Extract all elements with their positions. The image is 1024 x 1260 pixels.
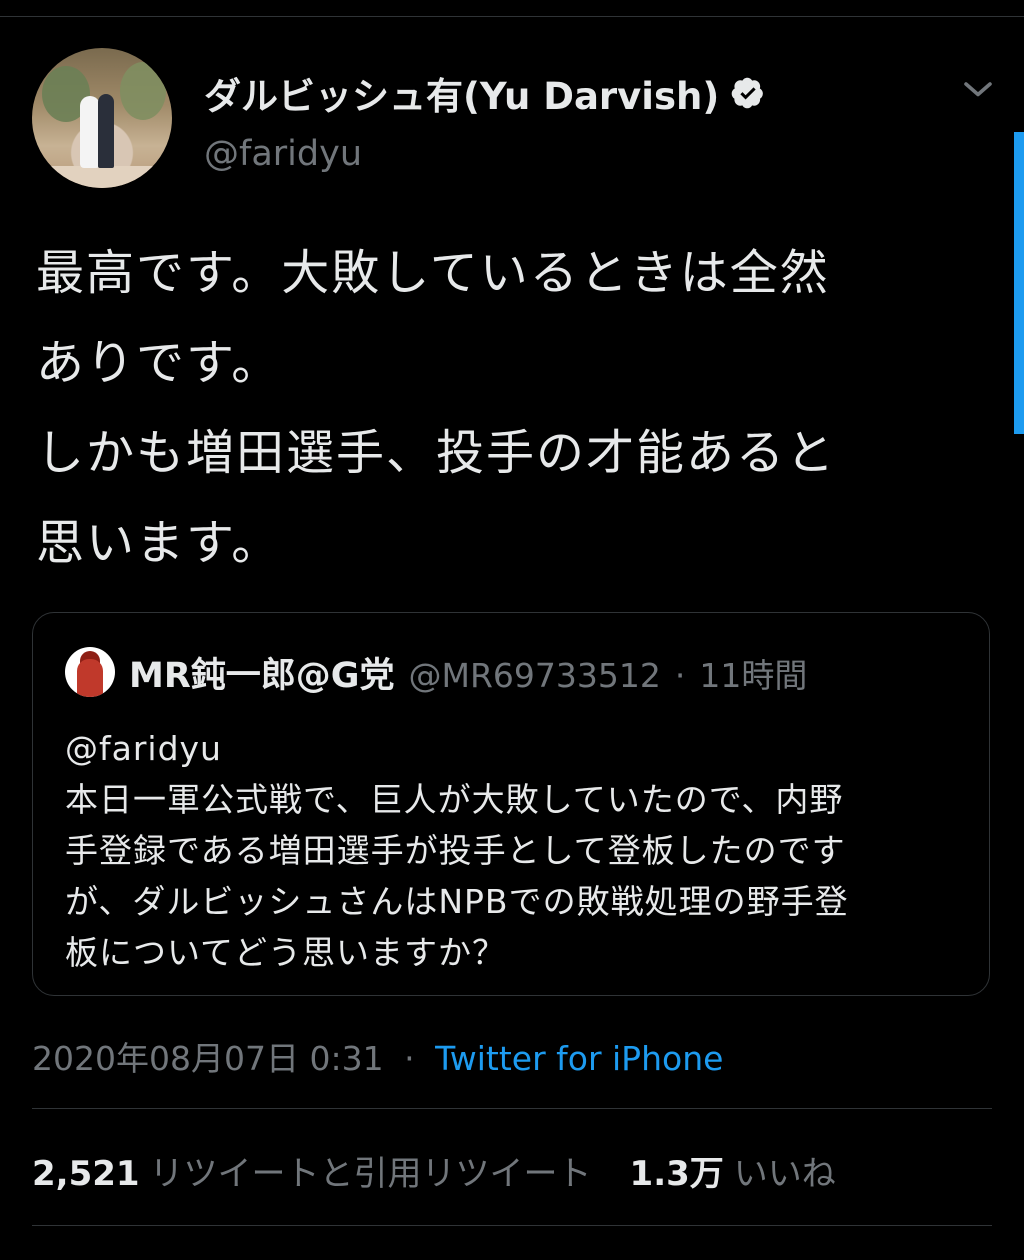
quoted-tweet-card[interactable]: MR鈍一郎@G党 @MR69733512 · 11時間 @faridyu 本日一… bbox=[32, 612, 990, 996]
quoted-line: 板についてどう思いますか？ bbox=[65, 933, 507, 972]
verified-badge-icon bbox=[731, 77, 764, 109]
tweet-timestamp[interactable]: 2020年08月07日 0:31 bbox=[32, 1039, 384, 1078]
quoted-line: が、ダルビッシュさんはNPBでの敗戦処理の野手登 bbox=[65, 882, 849, 921]
quoted-author-avatar[interactable] bbox=[65, 647, 115, 697]
tweet-line: 思います。 bbox=[36, 515, 282, 571]
retweets-label[interactable]: リツイートと引用リツイート bbox=[150, 1146, 592, 1195]
quoted-time-ago[interactable]: 11時間 bbox=[699, 649, 807, 697]
quoted-author-name[interactable]: MR鈍一郎@G党 bbox=[129, 647, 395, 698]
quoted-line: @faridyu bbox=[65, 729, 222, 768]
likes-label[interactable]: いいね bbox=[734, 1146, 836, 1195]
quoted-line: 手登録である増田選手が投手として登板したのです bbox=[65, 831, 846, 870]
quoted-tweet-header: MR鈍一郎@G党 @MR69733512 · 11時間 bbox=[129, 647, 807, 698]
tweet-timestamp-row: 2020年08月07日 0:31 · Twitter for iPhone bbox=[32, 1032, 723, 1080]
author-display-name[interactable]: ダルビッシュ有(Yu Darvish) bbox=[204, 66, 719, 120]
quoted-meta-separator: · bbox=[674, 656, 686, 695]
quoted-line: 本日一軍公式戦で、巨人が大敗していたので、内野 bbox=[65, 780, 844, 819]
tweet-line: 最高です。大敗しているときは全然 bbox=[36, 245, 830, 301]
tweet-line: ありです。 bbox=[36, 335, 282, 391]
retweets-count[interactable]: 2,521 bbox=[32, 1154, 140, 1194]
chevron-down-icon[interactable] bbox=[960, 72, 996, 108]
source-link[interactable]: Twitter for iPhone bbox=[435, 1039, 723, 1078]
scrollbar-thumb[interactable] bbox=[1014, 132, 1024, 434]
engagement-stats: 2,521 リツイートと引用リツイート 1.3万 いいね bbox=[32, 1146, 836, 1195]
author-handle[interactable]: @faridyu bbox=[204, 134, 362, 174]
tweet-line: しかも増田選手、投手の才能あると bbox=[36, 425, 837, 481]
divider bbox=[32, 1225, 992, 1226]
quoted-author-handle[interactable]: @MR69733512 bbox=[409, 656, 661, 695]
quoted-tweet-text: @faridyu 本日一軍公式戦で、巨人が大敗していたので、内野 手登録である増… bbox=[65, 723, 965, 978]
timestamp-separator: · bbox=[404, 1039, 415, 1078]
divider bbox=[32, 1108, 992, 1109]
likes-count[interactable]: 1.3万 bbox=[630, 1146, 724, 1195]
author-avatar[interactable] bbox=[32, 48, 172, 188]
tweet-text: 最高です。大敗しているときは全然 ありです。 しかも増田選手、投手の才能あると … bbox=[36, 228, 996, 588]
top-divider bbox=[0, 16, 1024, 17]
author-name-row[interactable]: ダルビッシュ有(Yu Darvish) bbox=[204, 66, 765, 120]
